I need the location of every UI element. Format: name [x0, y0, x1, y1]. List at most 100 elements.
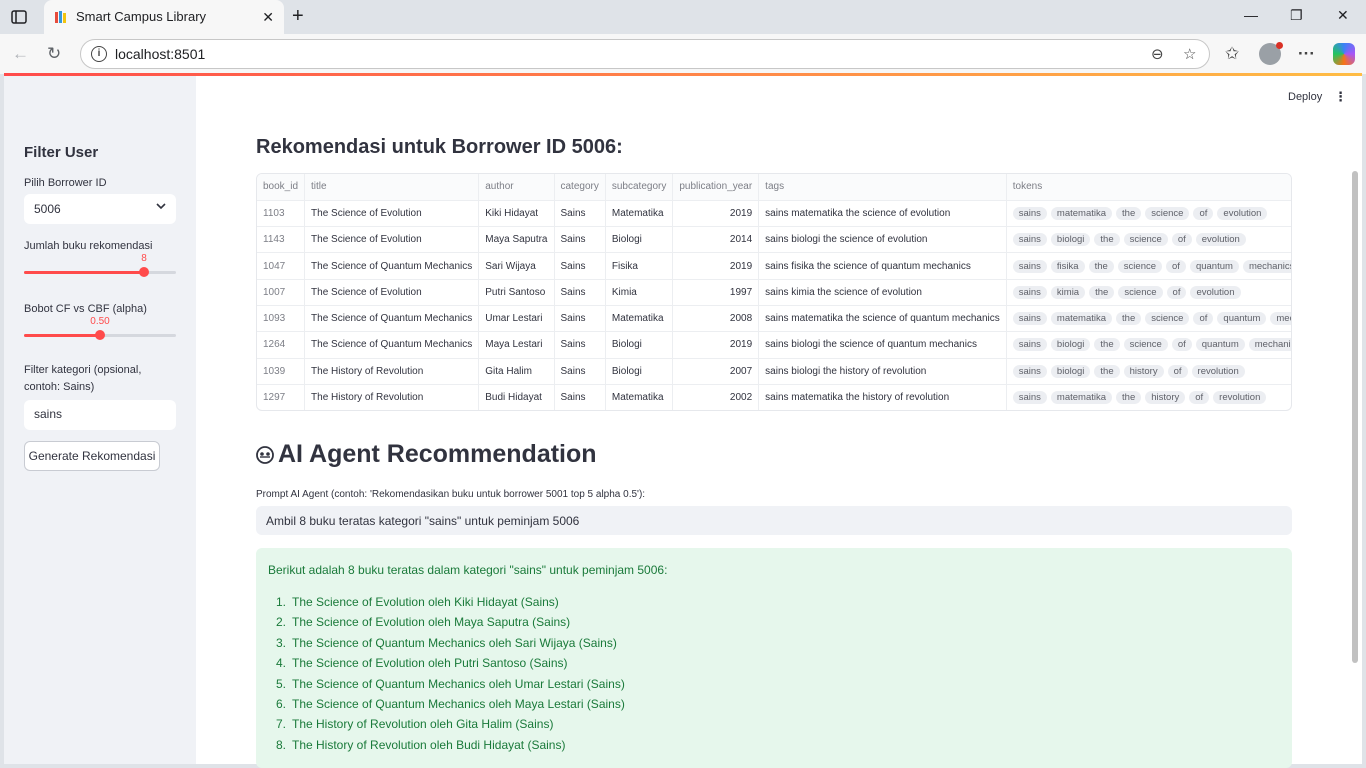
table-row[interactable]: 1297 The History of Revolution Budi Hidaya…	[257, 384, 1291, 410]
alpha-slider[interactable]: 0.50	[24, 316, 176, 340]
cell-tags[interactable]: sains biologi the science of evolution	[758, 226, 1007, 254]
reload-icon[interactable]: ↻	[47, 44, 61, 64]
cell-subcategory[interactable]: Kimia	[605, 279, 674, 306]
prompt-input-value[interactable]: Ambil 8 buku teratas kategori "sains" un…	[266, 514, 579, 528]
cell-category[interactable]: Sains	[554, 252, 606, 280]
copilot-icon[interactable]	[1333, 43, 1355, 65]
cell-tokens[interactable]: sainsmatematikathescienceofquantummec	[1006, 305, 1291, 333]
window-close-icon[interactable]: ✕	[1337, 7, 1349, 24]
cell-author[interactable]: Budi Hidayat	[478, 384, 555, 410]
main-scrollbar[interactable]	[1352, 171, 1358, 663]
column-header-tags[interactable]: tags	[758, 174, 1007, 201]
recommendation-table[interactable]: book_id title author category subcategory pub…	[256, 173, 1292, 411]
cell-title[interactable]: The History of Revolution	[304, 384, 480, 410]
cell-author[interactable]: Gita Halim	[478, 358, 555, 385]
column-header-book_id[interactable]: book_id	[257, 174, 306, 201]
cell-publication_year[interactable]: 1997	[672, 279, 760, 306]
prompt-input[interactable]: Ambil 8 buku teratas kategori "sains" un…	[256, 506, 1292, 535]
table-row[interactable]: 1093 The Science of Quantum Mechanics Umar…	[257, 305, 1291, 333]
cell-title[interactable]: The Science of Evolution	[304, 279, 480, 306]
cell-publication_year[interactable]: 2007	[672, 358, 760, 385]
alpha-slider-thumb[interactable]	[95, 330, 105, 340]
cell-tokens[interactable]: sains biologi the science of quantum mechani	[1006, 331, 1291, 359]
cell-book_id[interactable]: 1047	[257, 252, 306, 280]
cell-book_id[interactable]: 1143	[257, 226, 306, 254]
cell-subcategory[interactable]: Biologi	[605, 331, 674, 359]
back-icon[interactable]: ←	[12, 44, 29, 64]
table-row[interactable]: 1264 The Science of Quantum Mechanics Maya…	[257, 331, 1291, 359]
deploy-button[interactable]: Deploy	[1288, 91, 1322, 103]
cell-tags[interactable]: sains matematika the history of revoluti…	[758, 384, 1007, 410]
cell-tags[interactable]: sains biologi the science of quantum mec…	[758, 331, 1007, 359]
column-header-publication_year[interactable]: publication_year	[672, 174, 760, 201]
cell-tags[interactable]: sains kimia the science of evolution	[758, 279, 1007, 306]
cell-title[interactable]: The Science of Evolution	[304, 226, 480, 254]
cell-subcategory[interactable]: Biologi	[605, 358, 674, 385]
cell-category[interactable]: Sains	[554, 305, 606, 333]
cell-subcategory[interactable]: Matematika	[605, 305, 674, 333]
cell-title[interactable]: The Science of Evolution	[304, 200, 480, 228]
cell-subcategory[interactable]: Matematika	[605, 384, 674, 410]
column-header-title[interactable]: title	[304, 174, 480, 201]
column-header-subcategory[interactable]: subcategory	[605, 174, 674, 201]
cell-category[interactable]: Sains	[554, 279, 606, 306]
tab-actions-icon[interactable]	[10, 8, 28, 26]
cell-author[interactable]: Putri Santoso	[478, 279, 555, 306]
cell-publication_year[interactable]: 2019	[672, 200, 760, 228]
cell-publication_year[interactable]: 2014	[672, 226, 760, 254]
column-header-author[interactable]: author	[478, 174, 555, 201]
favorites-icon[interactable]: ✩	[1225, 44, 1239, 64]
cell-title[interactable]: The Science of Quantum Mechanics	[304, 252, 480, 280]
cell-publication_year[interactable]: 2008	[672, 305, 760, 333]
zoom-icon[interactable]: ⊖	[1151, 45, 1164, 63]
category-input-value[interactable]: sains	[34, 407, 62, 421]
borrower-select[interactable]: 5006	[24, 194, 176, 224]
cell-title[interactable]: The Science of Quantum Mechanics	[304, 331, 480, 359]
cell-author[interactable]: Maya Saputra	[478, 226, 555, 254]
cell-publication_year[interactable]: 2019	[672, 252, 760, 280]
cell-title[interactable]: The Science of Quantum Mechanics	[304, 305, 480, 333]
cell-publication_year[interactable]: 2002	[672, 384, 760, 410]
cell-tags[interactable]: sains fisika the science of quantum mech…	[758, 252, 1007, 280]
cell-subcategory[interactable]: Fisika	[605, 252, 674, 280]
cell-book_id[interactable]: 1093	[257, 305, 306, 333]
cell-book_id[interactable]: 1297	[257, 384, 306, 410]
cell-subcategory[interactable]: Matematika	[605, 200, 674, 228]
table-row[interactable]: 1007 The Science of Evolution Putri Santos…	[257, 279, 1291, 306]
url-bar[interactable]: i localhost:8501 ⊖ ☆	[80, 39, 1210, 69]
cell-tokens[interactable]: sains biologi the science of evolution	[1006, 226, 1291, 254]
generate-button[interactable]: Generate Rekomendasi	[24, 441, 160, 471]
minimize-icon[interactable]: —	[1244, 7, 1258, 23]
cell-category[interactable]: Sains	[554, 226, 606, 254]
cell-subcategory[interactable]: Biologi	[605, 226, 674, 254]
close-tab-icon[interactable]: ✕	[262, 9, 274, 26]
cell-category[interactable]: Sains	[554, 384, 606, 410]
browser-tab[interactable]: Smart Campus Library ✕	[44, 0, 284, 34]
table-row[interactable]: 1143 The Science of Evolution Maya Saputra…	[257, 226, 1291, 254]
table-row[interactable]: 1047 The Science of Quantum Mechanics Sari…	[257, 252, 1291, 280]
main-menu-icon[interactable]: ⋮	[1334, 89, 1347, 105]
site-info-icon[interactable]: i	[91, 46, 107, 62]
cell-title[interactable]: The History of Revolution	[304, 358, 480, 385]
cell-author[interactable]: Maya Lestari	[478, 331, 555, 359]
cell-tokens[interactable]: sains biologi the history of revolution	[1006, 358, 1291, 385]
cell-category[interactable]: Sains	[554, 358, 606, 385]
cell-category[interactable]: Sains	[554, 331, 606, 359]
cell-author[interactable]: Sari Wijaya	[478, 252, 555, 280]
column-header-tokens[interactable]: tokens	[1006, 174, 1291, 201]
restore-icon[interactable]: ❐	[1290, 7, 1303, 24]
table-row[interactable]: 1103 The Science of Evolution Kiki Hidayat…	[257, 200, 1291, 228]
cell-book_id[interactable]: 1039	[257, 358, 306, 385]
favorite-star-icon[interactable]: ☆	[1183, 45, 1196, 63]
more-menu-icon[interactable]: ···	[1298, 44, 1315, 64]
table-row[interactable]: 1039 The History of Revolution Gita Halim S…	[257, 358, 1291, 385]
cell-publication_year[interactable]: 2019	[672, 331, 760, 359]
cell-book_id[interactable]: 1007	[257, 279, 306, 306]
cell-book_id[interactable]: 1103	[257, 200, 306, 228]
cell-book_id[interactable]: 1264	[257, 331, 306, 359]
cell-tokens[interactable]: sains kimia the science of evolution	[1006, 279, 1291, 306]
new-tab-icon[interactable]: +	[292, 5, 304, 28]
column-header-category[interactable]: category	[554, 174, 606, 201]
count-slider[interactable]: 8	[24, 253, 176, 277]
cell-tokens[interactable]: sains fisika the science of quantum mechanics	[1006, 252, 1291, 280]
